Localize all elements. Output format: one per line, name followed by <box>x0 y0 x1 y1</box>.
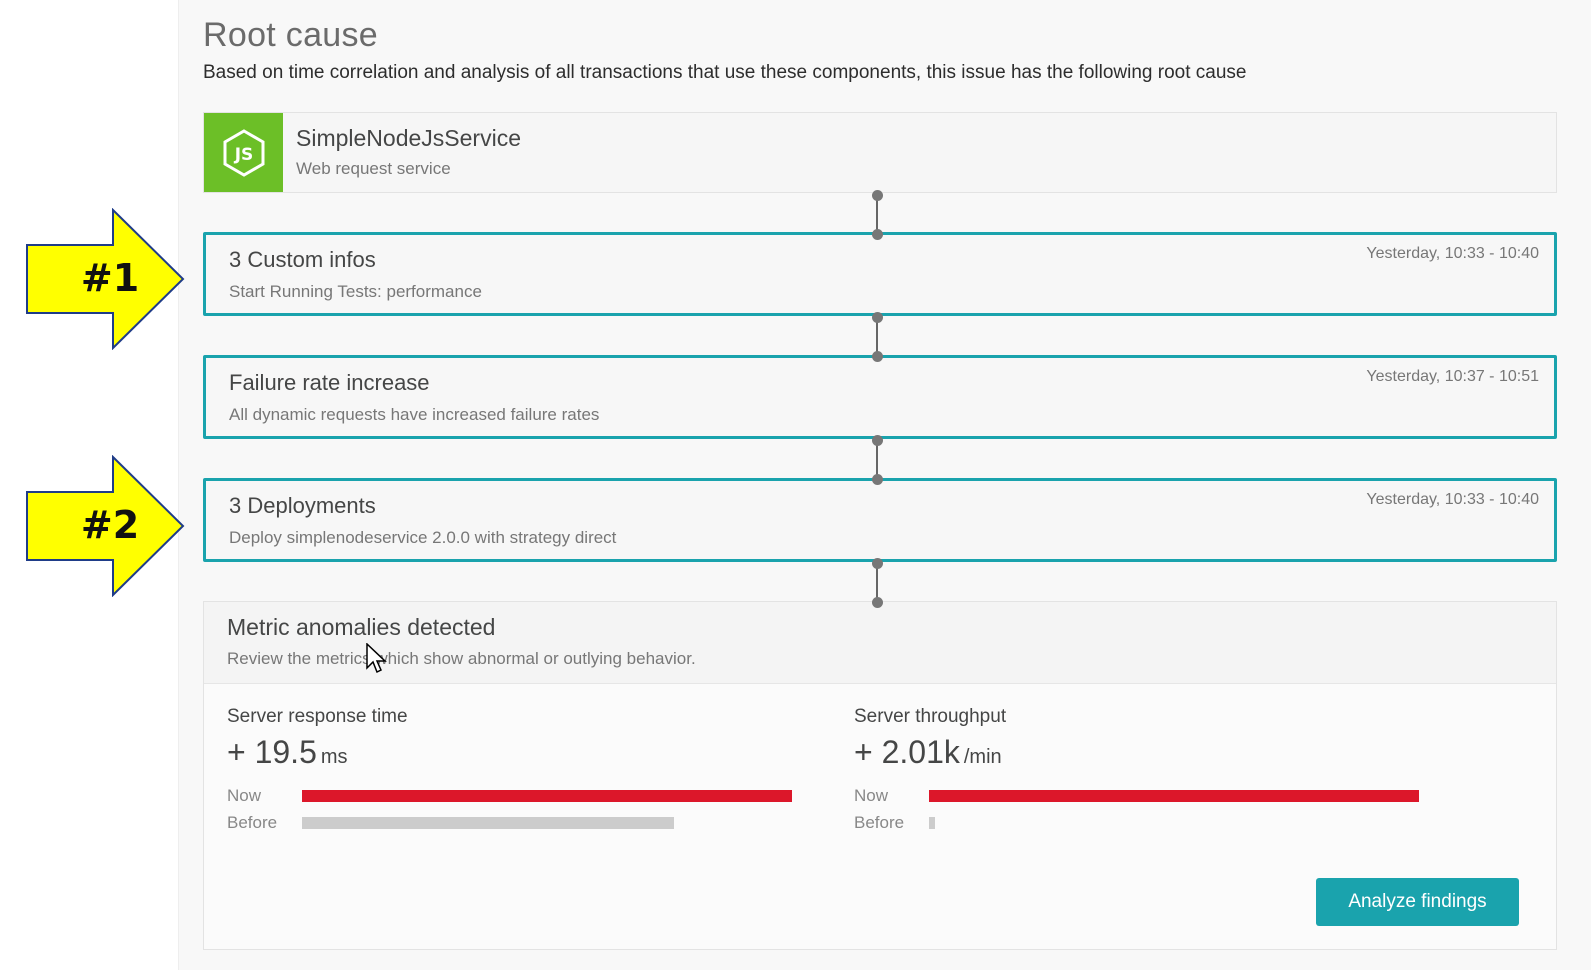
connector-dot <box>872 435 883 446</box>
event-description: All dynamic requests have increased fail… <box>229 405 600 424</box>
svg-text:JS: JS <box>233 145 253 165</box>
metric-throughput[interactable]: Server throughput + 2.01k/min Now Before <box>854 706 1434 846</box>
metric-anomalies-card: Metric anomalies detected Review the met… <box>203 601 1557 950</box>
connector-dot <box>872 312 883 323</box>
metric-value: + 19.5 ms <box>227 734 348 771</box>
page-title: Root cause <box>203 16 378 54</box>
service-card[interactable]: JS SimpleNodeJsService Web request servi… <box>203 112 1557 193</box>
page-subtitle: Based on time correlation and analysis o… <box>203 62 1247 83</box>
metric-anomalies-subtitle: Review the metrics which show abnormal o… <box>227 649 696 668</box>
connector-dot <box>872 597 883 608</box>
event-title: Failure rate increase <box>229 370 430 395</box>
now-label: Now <box>227 786 262 805</box>
now-bar <box>302 790 792 802</box>
event-card-deployments[interactable]: 3 Deployments Deploy simplenodeservice 2… <box>203 478 1557 562</box>
annotation-label: #2 <box>80 503 140 547</box>
event-time: Yesterday, 10:37 - 10:51 <box>1366 368 1539 385</box>
now-bar <box>929 790 1419 802</box>
connector-dot <box>872 474 883 485</box>
event-card-failure-rate[interactable]: Failure rate increase All dynamic reques… <box>203 355 1557 439</box>
metric-value-number: + 19.5 <box>227 734 317 770</box>
event-title: 3 Deployments <box>229 493 376 518</box>
analyze-findings-button[interactable]: Analyze findings <box>1316 878 1519 926</box>
annotation-arrow-1: #1 <box>25 208 187 350</box>
nodejs-icon: JS <box>204 113 283 192</box>
before-label: Before <box>227 813 278 832</box>
metric-value: + 2.01k/min <box>854 734 1002 771</box>
metric-response-time[interactable]: Server response time + 19.5 ms Now Before <box>227 706 807 846</box>
before-bar <box>929 817 935 829</box>
connector-dot <box>872 351 883 362</box>
before-bar <box>302 817 674 829</box>
connector-dot <box>872 558 883 569</box>
metric-label: Server throughput <box>854 706 1007 727</box>
mouse-cursor-icon <box>366 643 387 674</box>
annotation-label: #1 <box>80 256 140 300</box>
connector-dot <box>872 229 883 240</box>
connector-dot <box>872 190 883 201</box>
event-time: Yesterday, 10:33 - 10:40 <box>1366 245 1539 262</box>
before-label: Before <box>854 813 905 832</box>
now-label: Now <box>854 786 889 805</box>
event-description: Start Running Tests: performance <box>229 282 482 301</box>
event-description: Deploy simplenodeservice 2.0.0 with stra… <box>229 528 617 547</box>
metric-value-number: + 2.01k <box>854 734 960 770</box>
before-bar-track <box>929 817 1419 829</box>
event-title: 3 Custom infos <box>229 247 376 272</box>
metric-anomalies-header: Metric anomalies detected Review the met… <box>204 602 1556 684</box>
annotation-arrow-2: #2 <box>25 455 187 597</box>
event-card-custom-infos[interactable]: 3 Custom infos Start Running Tests: perf… <box>203 232 1557 316</box>
metric-unit: /min <box>963 746 1002 768</box>
before-bar-track <box>302 817 792 829</box>
metric-anomalies-title: Metric anomalies detected <box>227 614 496 640</box>
now-bar-track <box>929 790 1419 802</box>
metric-unit: ms <box>320 746 348 768</box>
event-time: Yesterday, 10:33 - 10:40 <box>1366 491 1539 508</box>
now-bar-track <box>302 790 792 802</box>
service-type: Web request service <box>296 159 451 178</box>
metric-label: Server response time <box>227 706 408 727</box>
service-name[interactable]: SimpleNodeJsService <box>296 125 521 152</box>
